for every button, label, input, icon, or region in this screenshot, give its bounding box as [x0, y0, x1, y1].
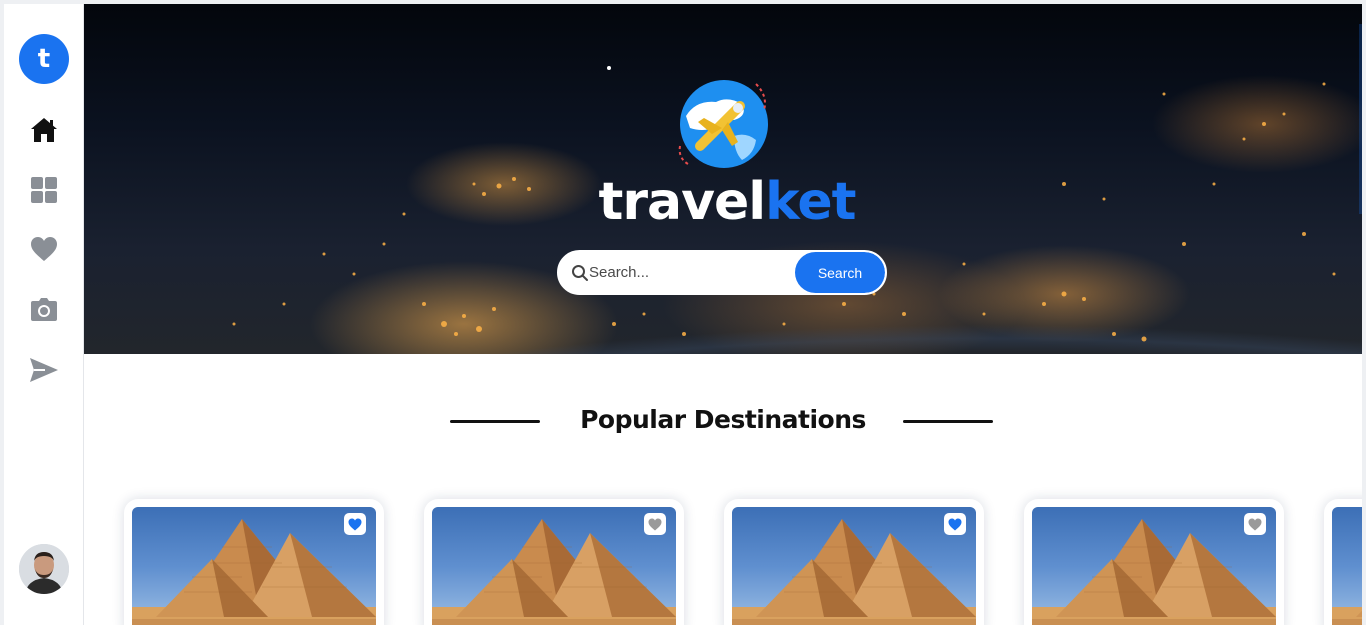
destination-card[interactable] [1024, 499, 1284, 625]
grid-icon[interactable] [28, 174, 60, 206]
title-divider-right [903, 420, 993, 423]
user-avatar[interactable] [19, 544, 69, 594]
search-button[interactable]: Search [795, 252, 885, 293]
destination-image [1332, 507, 1362, 625]
favorite-heart-icon[interactable] [644, 513, 666, 535]
app-window: t travelket Search... Search Popular Des… [4, 4, 1362, 625]
destination-image [432, 507, 676, 625]
favorite-heart-icon[interactable] [1244, 513, 1266, 535]
search-bar: Search [557, 250, 887, 295]
section-header: Popular Destinations [84, 400, 1362, 440]
brand-wordmark-part2: ket [765, 172, 856, 232]
home-icon[interactable] [28, 114, 60, 146]
search-input[interactable] [589, 252, 795, 293]
destination-image [1032, 507, 1276, 625]
brand-wordmark-part1: travel [598, 172, 767, 232]
destination-card[interactable] [124, 499, 384, 625]
favorite-heart-icon[interactable] [344, 513, 366, 535]
app-logo[interactable]: t [19, 34, 69, 84]
destination-image [732, 507, 976, 625]
destination-card[interactable] [1324, 499, 1362, 625]
destination-card[interactable] [724, 499, 984, 625]
sidebar: t [4, 4, 84, 625]
heart-icon[interactable] [28, 233, 60, 265]
favorite-heart-icon[interactable] [944, 513, 966, 535]
section-title: Popular Destinations [580, 405, 866, 434]
search-icon [572, 265, 588, 281]
camera-icon[interactable] [28, 294, 60, 326]
send-icon[interactable] [28, 354, 60, 386]
scrollbar[interactable] [1359, 24, 1362, 214]
logo-letter: t [37, 44, 51, 74]
destination-image [132, 507, 376, 625]
destination-card[interactable] [424, 499, 684, 625]
travelket-globe-logo [676, 76, 772, 172]
hero-banner: travelket Search [84, 4, 1362, 354]
brand-wordmark: travelket [592, 172, 862, 232]
